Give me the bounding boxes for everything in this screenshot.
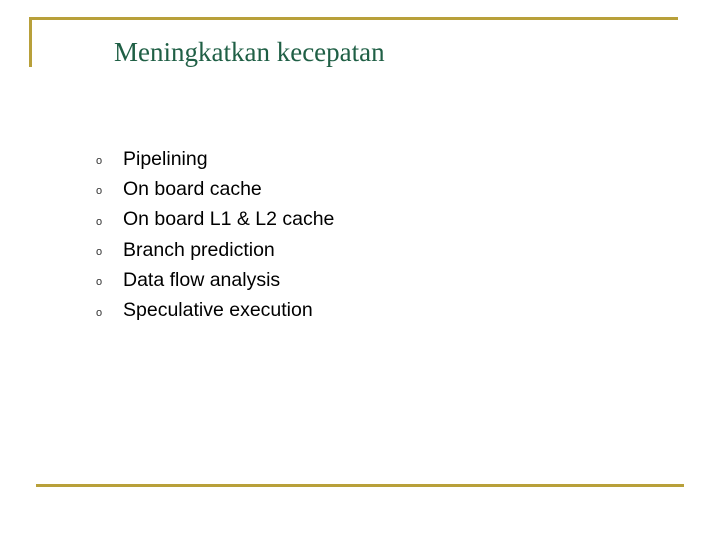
bullet-text: Branch prediction — [123, 238, 275, 261]
bullet-item: o On board L1 & L2 cache — [96, 205, 334, 235]
left-decorative-rule — [29, 17, 32, 67]
bullet-text: Speculative execution — [123, 299, 313, 322]
bottom-decorative-rule — [36, 484, 684, 487]
bullet-item: o Branch prediction — [96, 235, 334, 265]
bullet-text: Pipelining — [123, 147, 208, 170]
top-decorative-rule — [29, 17, 678, 20]
bullet-text: Data flow analysis — [123, 268, 281, 291]
bullet-item: o On board cache — [96, 174, 334, 204]
bullet-list: o Pipelining o On board cache o On board… — [96, 144, 334, 326]
bullet-marker-icon: o — [96, 185, 103, 198]
bullet-marker-icon: o — [96, 276, 103, 289]
bullet-marker-icon: o — [96, 306, 103, 319]
bullet-text: On board cache — [123, 177, 262, 200]
bullet-marker-icon: o — [96, 155, 103, 168]
bullet-item: o Data flow analysis — [96, 265, 334, 295]
bullet-marker-icon: o — [96, 215, 103, 228]
bullet-item: o Pipelining — [96, 144, 334, 174]
bullet-marker-icon: o — [96, 246, 103, 259]
bullet-item: o Speculative execution — [96, 295, 334, 325]
slide-title: Meningkatkan kecepatan — [114, 37, 385, 67]
bullet-text: On board L1 & L2 cache — [123, 208, 335, 231]
